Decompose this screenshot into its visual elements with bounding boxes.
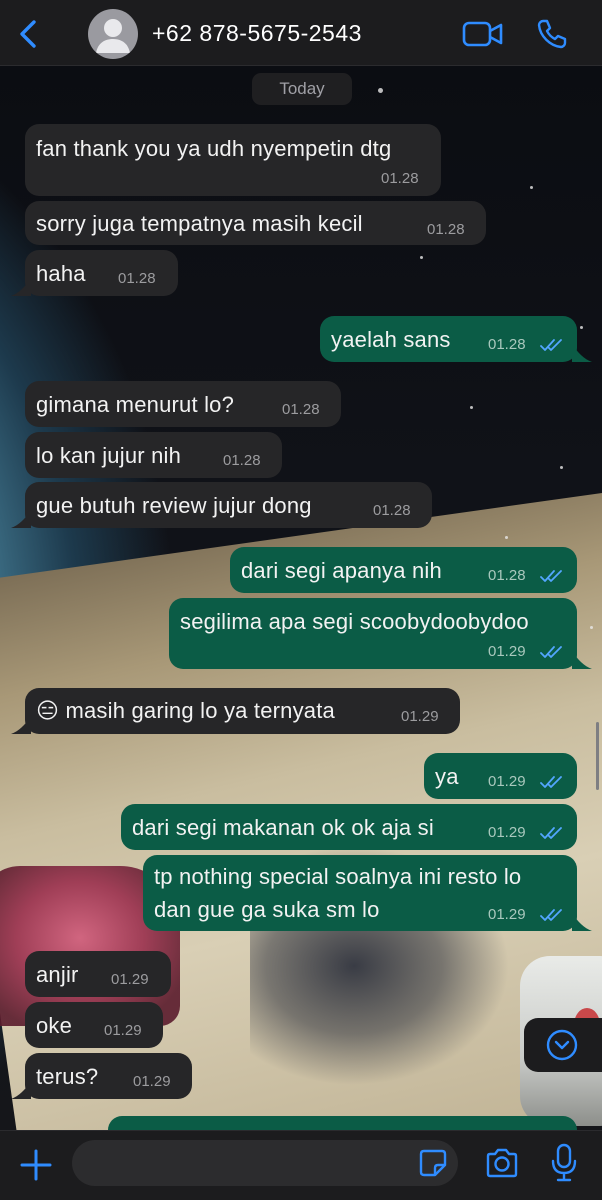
- chevron-left-icon[interactable]: [14, 18, 44, 50]
- bubble-tail-outgoing: [572, 344, 592, 362]
- message-time: 01.28: [427, 221, 465, 238]
- message-time: 01.28: [282, 401, 320, 418]
- message-time: 01.29: [488, 643, 526, 660]
- double-check-icon: [540, 570, 562, 582]
- message-outgoing[interactable]: dari segi apanya nih 01.28: [230, 547, 577, 593]
- message-incoming[interactable]: sorry juga tempatnya masih kecil 01.28: [25, 201, 486, 245]
- microphone-icon[interactable]: [550, 1143, 578, 1183]
- wallpaper-star: [505, 536, 508, 539]
- message-text: fan thank you ya udh nyempetin dtg: [36, 136, 392, 161]
- message-text: 😑 masih garing lo ya ternyata: [36, 698, 335, 724]
- wallpaper-star: [530, 186, 533, 189]
- bubble-tail-outgoing: [572, 651, 592, 669]
- expressionless-emoji: 😑: [36, 699, 60, 724]
- message-time: 01.29: [488, 906, 526, 923]
- message-text: haha: [36, 261, 86, 286]
- message-text: lo kan jujur nih: [36, 443, 182, 468]
- message-incoming[interactable]: oke 01.29: [25, 1002, 163, 1048]
- message-outgoing[interactable]: tp nothing special soalnya ini resto lo …: [143, 855, 577, 931]
- double-check-icon: [540, 776, 562, 788]
- message-text: dari segi makanan ok ok aja si: [132, 815, 434, 840]
- sticker-icon[interactable]: [418, 1148, 448, 1178]
- chevron-down-circle-icon: [546, 1029, 578, 1061]
- message-text: gue butuh review jujur dong: [36, 493, 312, 518]
- message-time: 01.28: [223, 452, 261, 469]
- bubble-tail-incoming: [11, 278, 31, 296]
- message-text: dari segi apanya nih: [241, 558, 442, 583]
- wallpaper-star: [378, 88, 383, 93]
- message-incoming[interactable]: gue butuh review jujur dong 01.28: [25, 482, 432, 528]
- contact-name[interactable]: +62 878-5675-2543: [152, 20, 362, 47]
- message-time: 01.29: [488, 824, 526, 841]
- scrollbar[interactable]: [596, 722, 599, 790]
- bubble-tail-incoming: [11, 716, 31, 734]
- message-incoming[interactable]: lo kan jujur nih 01.28: [25, 432, 282, 478]
- message-input[interactable]: [72, 1140, 458, 1186]
- message-text-line: tp nothing special soalnya ini resto lo: [154, 864, 522, 889]
- message-incoming[interactable]: haha 01.28: [25, 250, 178, 296]
- message-time: 01.28: [373, 502, 411, 519]
- message-time: 01.29: [488, 773, 526, 790]
- message-incoming[interactable]: gimana menurut lo? 01.28: [25, 381, 341, 427]
- message-text: gimana menurut lo?: [36, 392, 235, 417]
- message-composer: [0, 1130, 602, 1200]
- message-time: 01.29: [401, 708, 439, 725]
- bubble-tail-incoming: [11, 510, 31, 528]
- message-text: terus?: [36, 1064, 99, 1089]
- message-outgoing[interactable]: segilima apa segi scoobydoobydoo 01.29: [169, 598, 577, 669]
- message-incoming[interactable]: 😑 masih garing lo ya ternyata 01.29: [25, 688, 460, 734]
- avatar[interactable]: [88, 9, 138, 59]
- message-outgoing[interactable]: ya 01.29: [424, 753, 577, 799]
- message-incoming[interactable]: terus? 01.29: [25, 1053, 192, 1099]
- message-time: 01.29: [104, 1022, 142, 1039]
- video-camera-icon[interactable]: [462, 20, 504, 48]
- message-time: 01.28: [381, 170, 419, 187]
- camera-icon[interactable]: [484, 1147, 520, 1179]
- message-time: 01.28: [488, 336, 526, 353]
- message-text-line: dan gue ga suka sm lo: [154, 897, 380, 922]
- message-text: sorry juga tempatnya masih kecil: [36, 211, 363, 236]
- default-avatar-icon: [96, 19, 130, 53]
- message-time: 01.28: [118, 270, 156, 287]
- wallpaper-star: [560, 466, 563, 469]
- double-check-icon: [540, 909, 562, 921]
- chat-header: +62 878-5675-2543: [0, 0, 602, 66]
- message-text: ya: [435, 764, 459, 789]
- plus-icon[interactable]: [18, 1147, 54, 1183]
- message-text: oke: [36, 1013, 73, 1038]
- wallpaper-star: [420, 256, 423, 259]
- wallpaper-star: [590, 626, 593, 629]
- message-incoming[interactable]: fan thank you ya udh nyempetin dtg 01.28: [25, 124, 441, 196]
- message-time: 01.29: [111, 971, 149, 988]
- message-incoming[interactable]: anjir 01.29: [25, 951, 171, 997]
- scroll-to-bottom-button[interactable]: [524, 1018, 602, 1072]
- message-outgoing[interactable]: yaelah sans 01.28: [320, 316, 577, 362]
- message-time: 01.29: [133, 1073, 171, 1090]
- wallpaper-star: [580, 326, 583, 329]
- bubble-tail-outgoing: [572, 913, 592, 931]
- wallpaper-star: [470, 406, 473, 409]
- message-text: yaelah sans: [331, 327, 451, 352]
- message-text: segilima apa segi scoobydoobydoo: [180, 609, 529, 634]
- double-check-icon: [540, 339, 562, 351]
- phone-icon[interactable]: [536, 18, 568, 50]
- bubble-tail-incoming: [11, 1081, 31, 1099]
- message-text: anjir: [36, 962, 79, 987]
- message-time: 01.28: [488, 567, 526, 584]
- message-outgoing[interactable]: dari segi makanan ok ok aja si 01.29: [121, 804, 577, 850]
- double-check-icon: [540, 646, 562, 658]
- date-separator: Today: [252, 73, 352, 105]
- message-text-body: masih garing lo ya ternyata: [65, 698, 335, 723]
- double-check-icon: [540, 827, 562, 839]
